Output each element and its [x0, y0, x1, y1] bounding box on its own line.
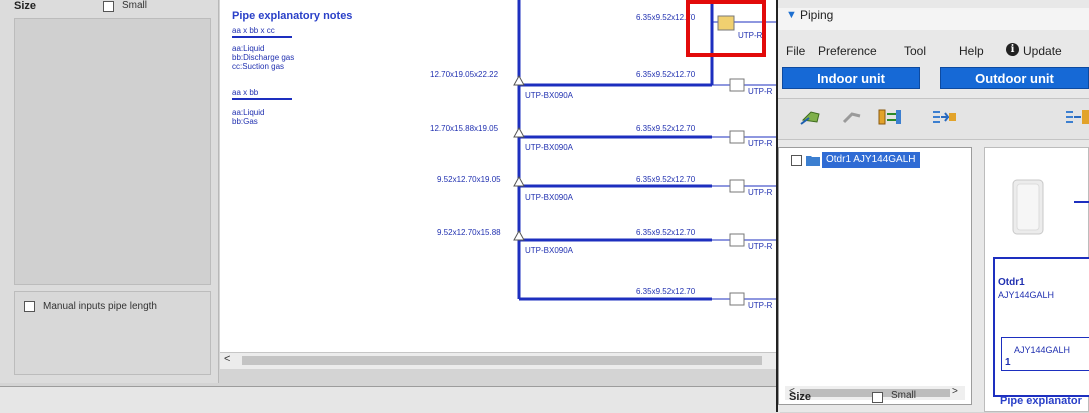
main-pipe-size: 12.70x19.05x22.22: [430, 70, 499, 79]
front-pipe-notes-title: Pipe explanator: [1000, 395, 1082, 407]
branch-pipe-size: 6.35x9.52x12.70: [636, 287, 696, 296]
branch-pipe-size: 6.35x9.52x12.70: [636, 70, 696, 79]
menu-update[interactable]: Update: [1023, 44, 1062, 58]
tree-scroll-right-arrow[interactable]: >: [952, 386, 958, 397]
indoor-unit-label: UTP-R: [748, 87, 773, 96]
outdoor-unit-tab[interactable]: Outdoor unit: [940, 67, 1089, 89]
undo-icon[interactable]: [797, 106, 825, 128]
outdoor-unit-name: Otdr1: [998, 277, 1025, 288]
scroll-thumb[interactable]: [242, 356, 762, 365]
menu-tool[interactable]: Tool: [904, 44, 926, 58]
outdoor-unit-image: [1012, 179, 1089, 235]
menu-file[interactable]: File: [786, 44, 805, 58]
redo-icon[interactable]: [838, 106, 866, 128]
front-small-checkbox[interactable]: [872, 392, 883, 403]
swap-icon[interactable]: [876, 106, 904, 128]
indoor-unit-label: UTP-R: [748, 242, 773, 251]
scroll-left-arrow[interactable]: <: [224, 353, 230, 365]
menu-preference[interactable]: Preference: [818, 44, 877, 58]
outdoor-unit-inner-model: AJY144GALH: [1014, 345, 1071, 355]
indoor-unit-label: UTP-R: [748, 301, 773, 310]
folder-icon: [806, 156, 820, 166]
tree-item-checkbox[interactable]: [791, 155, 802, 166]
branch-kit-label: UTP-BX090A: [525, 143, 574, 152]
main-pipe-size: 9.52x12.70x19.05: [437, 175, 501, 184]
front-small-label: Small: [891, 390, 917, 401]
arrange-unit-icon[interactable]: [1063, 106, 1089, 128]
info-icon[interactable]: i: [1006, 43, 1019, 56]
status-bar: [0, 386, 780, 413]
tree-item-outdoor-unit[interactable]: Otdr1 AJY144GALH: [822, 152, 920, 168]
piping-window-title: Piping: [800, 8, 834, 22]
branch-pipe-size: 6.35x9.52x12.70: [636, 124, 696, 133]
indoor-unit-label: UTP-R: [748, 188, 773, 197]
branch-kit-label: UTP-BX090A: [525, 246, 574, 255]
highlight-box: [686, 0, 766, 57]
main-pipe-size: 9.52x12.70x15.88: [437, 228, 501, 237]
unit-tree-panel[interactable]: [778, 147, 972, 405]
front-size-label: Size: [789, 391, 812, 403]
main-pipe-size: 12.70x15.88x19.05: [430, 124, 499, 133]
menu-help[interactable]: Help: [959, 44, 984, 58]
arrange-right-icon[interactable]: [930, 106, 958, 128]
outdoor-unit-number: 1: [1005, 357, 1011, 368]
collapse-arrow-icon[interactable]: ▼: [786, 9, 797, 21]
indoor-unit-label: UTP-R: [748, 139, 773, 148]
indoor-unit-tab[interactable]: Indoor unit: [782, 67, 920, 89]
branch-pipe-size: 6.35x9.52x12.70: [636, 175, 696, 184]
branch-kit-label: UTP-BX090A: [525, 193, 574, 202]
branch-kit-label: UTP-BX090A: [525, 91, 574, 100]
outdoor-unit-model: AJY144GALH: [998, 290, 1055, 300]
branch-pipe-size: 6.35x9.52x12.70: [636, 228, 696, 237]
